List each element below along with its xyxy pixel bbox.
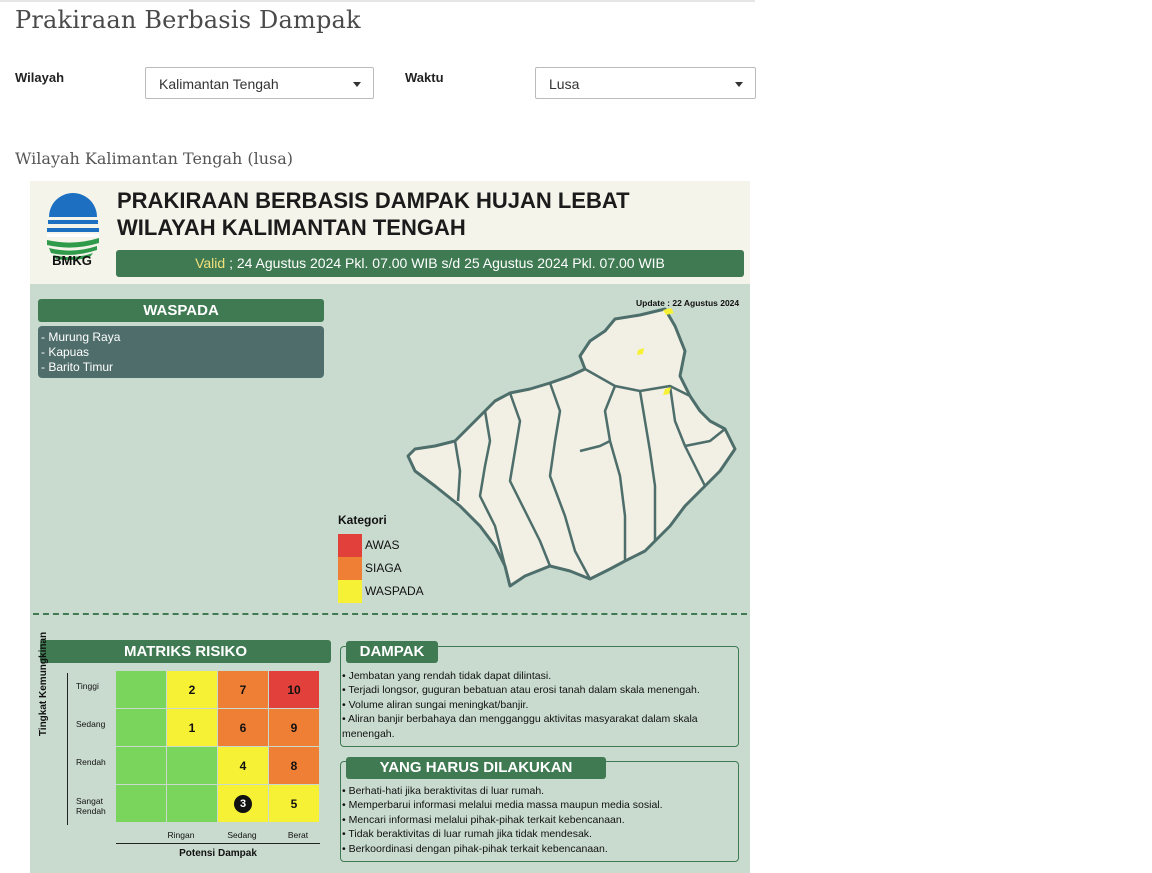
matrix-x-axis-line <box>116 843 320 844</box>
legend-label-siaga: SIAGA <box>365 561 402 575</box>
matrix-cell-selected: 3 <box>218 785 268 822</box>
matrix-cell: 2 <box>167 671 217 708</box>
warning-area-item: - Kapuas <box>41 345 90 359</box>
matrix-cell: 6 <box>218 709 268 746</box>
action-item: • Memperbarui informasi melalui media ma… <box>342 799 663 812</box>
matrix-row-label: Rendah <box>76 757 106 767</box>
matrix-cell: 7 <box>218 671 268 708</box>
matrix-cell: 1 <box>167 709 217 746</box>
chevron-down-icon <box>353 82 361 87</box>
legend-swatch-awas <box>338 534 362 557</box>
valid-key: Valid <box>195 255 226 271</box>
logo-text: BMKG <box>52 253 92 268</box>
matrix-cell <box>167 747 217 784</box>
action-item: • Mencari informasi melalui pihak-pihak … <box>342 813 625 826</box>
section-divider <box>33 613 747 615</box>
legend-swatch-siaga <box>338 557 362 580</box>
matrix-col-label: Sedang <box>227 830 257 840</box>
impact-item: • Aliran banjir berbahaya dan mengganggu… <box>342 713 698 726</box>
chevron-down-icon <box>735 82 743 87</box>
matrix-col-label: Berat <box>287 830 309 840</box>
region-select-value: Kalimantan Tengah <box>159 76 279 92</box>
forecast-subtitle: Wilayah Kalimantan Tengah (lusa) <box>15 149 294 168</box>
warning-area-item: - Barito Timur <box>41 360 114 374</box>
legend-title: Kategori <box>338 513 387 527</box>
matrix-cell <box>167 785 217 822</box>
matrix-title: MATRIKS RISIKO <box>40 640 331 663</box>
matrix-col-label: Ringan <box>167 830 195 840</box>
forecast-infographic: BMKG PRAKIRAAN BERBASIS DAMPAK HUJAN LEB… <box>30 181 750 873</box>
selected-risk-marker: 3 <box>234 794 252 813</box>
impact-item: • Volume aliran sungai meningkat/banjir. <box>342 698 529 711</box>
impact-item: • Terjadi longsor, guguran bebatuan atau… <box>342 684 700 697</box>
region-label: Wilayah <box>15 70 65 85</box>
matrix-cell <box>116 709 166 746</box>
impact-item: • Jembatan yang rendah tidak dapat dilin… <box>342 670 552 682</box>
time-select[interactable]: Lusa <box>535 67 756 99</box>
validity-bar: Valid ; 24 Agustus 2024 Pkl. 07.00 WIB s… <box>116 250 744 277</box>
matrix-cell: 5 <box>269 785 319 822</box>
matrix-x-axis-label: Potensi Dampak <box>179 848 257 859</box>
matrix-row-label: Sedang <box>76 719 106 729</box>
valid-text: ; 24 Agustus 2024 Pkl. 07.00 WIB s/d 25 … <box>225 255 665 271</box>
matrix-row-label: Sangat Rendah <box>76 796 106 816</box>
actions-title: YANG HARUS DILAKUKAN <box>346 757 606 779</box>
action-item: • Berkoordinasi dengan pihak-pihak terka… <box>342 842 608 855</box>
matrix-cell <box>116 671 166 708</box>
legend-swatch-waspada <box>338 580 362 603</box>
warning-areas: - Murung Raya - Kapuas - Barito Timur <box>38 326 324 378</box>
infographic-title: PRAKIRAAN BERBASIS DAMPAK HUJAN LEBAT WI… <box>117 187 630 241</box>
action-item: • Tidak beraktivitas di luar rumah jika … <box>342 828 592 841</box>
warning-title: WASPADA <box>38 299 324 322</box>
time-label: Waktu <box>405 70 444 85</box>
impact-item: menengah. <box>342 727 395 740</box>
actions-list: • Berhati-hati jika beraktivitas di luar… <box>342 784 663 856</box>
top-divider <box>0 0 755 2</box>
matrix-cell <box>116 785 166 822</box>
matrix-y-axis-label: Tingkat Kemungkinan <box>38 631 49 737</box>
impact-list: • Jembatan yang rendah tidak dapat dilin… <box>342 669 700 741</box>
matrix-cell: 4 <box>218 747 268 784</box>
time-select-value: Lusa <box>549 76 580 92</box>
matrix-cell: 10 <box>269 671 319 708</box>
matrix-cell: 9 <box>269 709 319 746</box>
matrix-cell: 8 <box>269 747 319 784</box>
matrix-row-label: Tinggi <box>76 681 99 691</box>
region-select[interactable]: Kalimantan Tengah <box>145 67 374 99</box>
title-line-1: PRAKIRAAN BERBASIS DAMPAK HUJAN LEBAT <box>117 188 630 213</box>
page-title: Prakiraan Berbasis Dampak <box>15 6 361 34</box>
impact-title: DAMPAK <box>346 641 438 663</box>
matrix-cell <box>116 747 166 784</box>
action-item: • Berhati-hati jika beraktivitas di luar… <box>342 785 545 797</box>
title-line-2: WILAYAH KALIMANTAN TENGAH <box>117 215 466 240</box>
province-map <box>406 307 737 588</box>
warning-area-item: - Murung Raya <box>41 330 121 344</box>
legend-label-waspada: WASPADA <box>365 584 424 598</box>
legend-label-awas: AWAS <box>365 538 400 552</box>
infographic-header: BMKG PRAKIRAAN BERBASIS DAMPAK HUJAN LEB… <box>30 181 750 284</box>
matrix-y-axis-line <box>67 673 68 825</box>
